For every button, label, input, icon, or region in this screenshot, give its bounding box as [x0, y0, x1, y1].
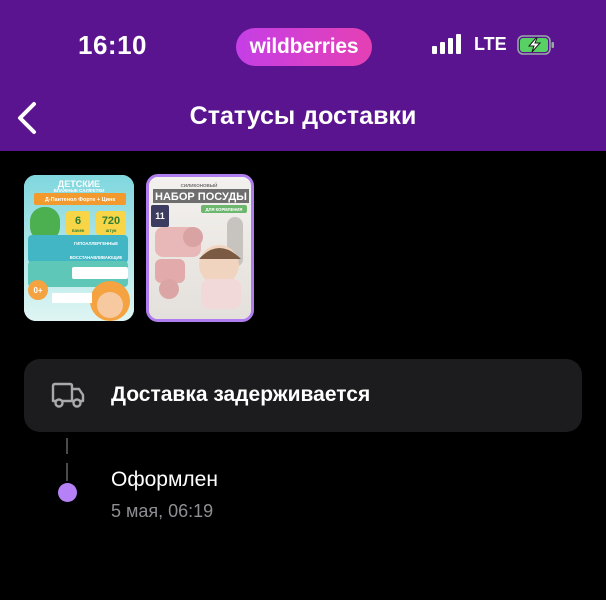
timeline-connector: [66, 438, 68, 454]
nav-bar: Статусы доставки: [0, 90, 606, 150]
dishes-title-line: НАБОР ПОСУДЫ: [155, 191, 247, 203]
wipes-packs-unit: пачек: [72, 228, 85, 233]
dishes-subtitle-line: СИЛИКОНОВЫЙ: [181, 181, 218, 188]
status-time: 16:10: [78, 30, 147, 60]
wipes-subtitle-line: ВЛАЖНЫЕ САЛФЕТКИ: [54, 188, 105, 193]
network-type: LTE: [474, 34, 507, 54]
wipes-tag: ГИПОАЛЛЕРГЕННЫЕ: [74, 241, 118, 246]
product-thumbnail-dishes[interactable]: СИЛИКОНОВЫЙ НАБОР ПОСУДЫ ДЛЯ КОРМЛЕНИЯ 11: [146, 174, 254, 322]
wipes-count-value: 720: [102, 215, 120, 227]
timeline-step-title: Оформлен: [111, 468, 218, 491]
wipes-packs-value: 6: [75, 215, 81, 227]
delivery-status-label: Доставка задерживается: [111, 383, 371, 406]
wipes-formula-line: Д-Пантенол Форте + Цинк: [45, 197, 115, 203]
dishes-tag-line: ДЛЯ КОРМЛЕНИЯ: [206, 207, 243, 212]
wipes-product-image: ДЕТСКИЕВЛАЖНЫЕ САЛФЕТКИД-Пантенол Форте …: [24, 175, 134, 321]
header: 16:10 wildberries LTE Статусы доставки: [0, 0, 606, 151]
truck-icon: [51, 382, 85, 408]
dishes-count-badge: 11: [155, 211, 165, 221]
signal-icon: [432, 34, 464, 54]
wipes-count-unit: штук: [106, 228, 118, 233]
product-thumbnail-wipes[interactable]: ДЕТСКИЕ ВЛАЖНЫЕ САЛФЕТКИ Д-Пантенол Форте …: [24, 175, 134, 321]
brand-logo: wildberries: [236, 28, 372, 66]
delivery-status-card[interactable]: Доставка задерживается: [24, 359, 582, 432]
timeline-connector: [66, 463, 68, 481]
wipes-tag: ВОССТАНАВЛИВАЮЩИЕ: [70, 255, 123, 260]
page-title: Статусы доставки: [189, 102, 417, 130]
status-bar: 16:10 wildberries LTE: [0, 0, 606, 90]
timeline-step-date: 5 мая, 06:19: [111, 501, 214, 521]
brand-name: wildberries: [249, 35, 359, 58]
timeline-dot: [58, 483, 77, 502]
wipes-age-badge: 0+: [33, 286, 42, 295]
dishes-product-image: СИЛИКОНОВЫЙ НАБОР ПОСУДЫ ДЛЯ КОРМЛЕНИЯ 11: [149, 177, 251, 319]
battery-charging-icon: [517, 35, 554, 55]
